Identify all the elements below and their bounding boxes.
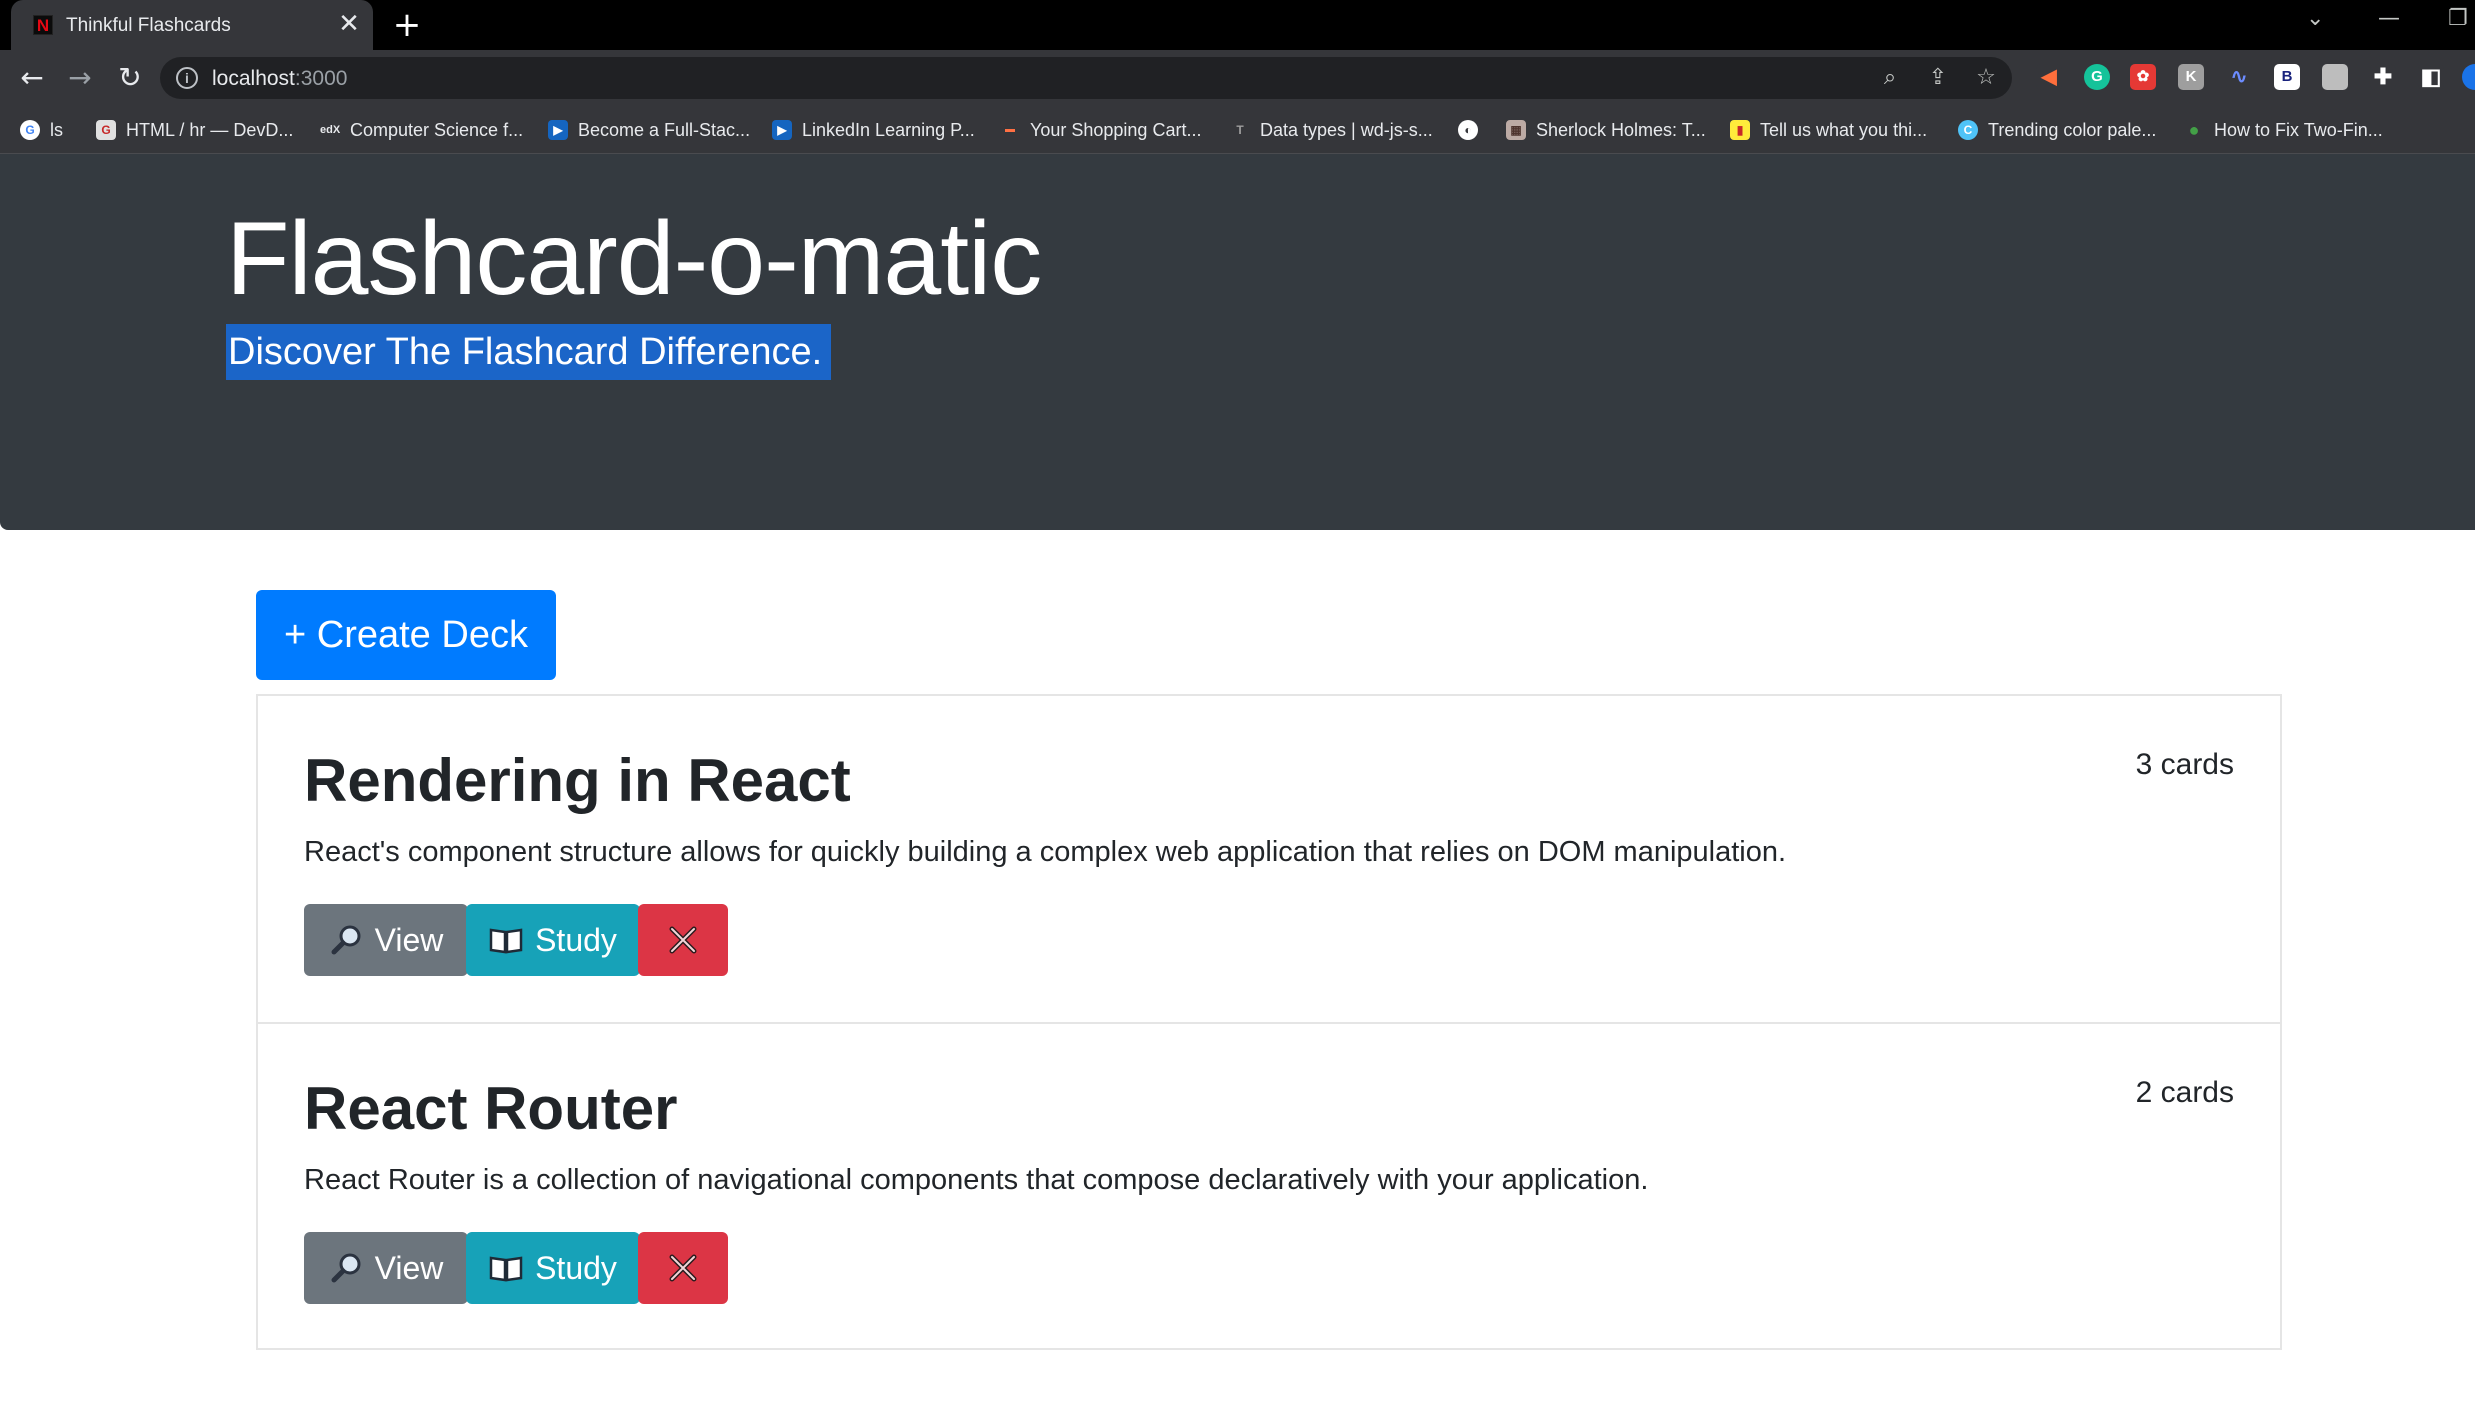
tab-title: Thinkful Flashcards bbox=[66, 15, 231, 36]
video-icon: ▶ bbox=[772, 120, 792, 140]
bookmark-item[interactable]: T Data types | wd-js-s... bbox=[1230, 106, 1433, 154]
bookmark-label: LinkedIn Learning P... bbox=[802, 119, 975, 140]
deck-description: React Router is a collection of navigati… bbox=[304, 1164, 1649, 1196]
browser-window: N Thinkful Flashcards ✕ + ⌄ — ❐ ← → ↻ i … bbox=[0, 0, 2475, 1423]
study-label: Study bbox=[535, 1249, 617, 1286]
extension-light-icon[interactable] bbox=[2322, 64, 2348, 90]
bookmark-label: Sherlock Holmes: T... bbox=[1536, 119, 1706, 140]
page-subtitle: Discover The Flashcard Difference. bbox=[226, 324, 832, 380]
bookmark-label: Tell us what you thi... bbox=[1760, 119, 1928, 140]
extension-gray-icon[interactable]: K bbox=[2178, 64, 2204, 90]
magnifier-icon bbox=[331, 1253, 361, 1283]
profile-avatar[interactable] bbox=[2462, 64, 2475, 90]
page-title: Flashcard-o-matic bbox=[226, 201, 1042, 317]
bookmark-label: Become a Full-Stac... bbox=[578, 119, 751, 140]
deck-title: React Router bbox=[304, 1075, 678, 1142]
open-book-icon bbox=[489, 1256, 523, 1282]
extension-b-icon[interactable]: B bbox=[2274, 64, 2300, 90]
delete-deck-button[interactable] bbox=[638, 904, 728, 976]
tab-search-icon[interactable]: ⌄ bbox=[2306, 6, 2324, 31]
palette-icon: C bbox=[1958, 120, 1978, 140]
view-label: View bbox=[374, 1249, 444, 1286]
tab-close-button[interactable]: ✕ bbox=[334, 9, 364, 39]
deck-title: Rendering in React bbox=[304, 747, 851, 814]
deck-card: React Router 2 cards React Router is a c… bbox=[256, 1022, 2282, 1350]
site-info-icon[interactable]: i bbox=[176, 67, 198, 89]
bookmark-label: Your Shopping Cart... bbox=[1030, 119, 1202, 140]
magnifier-icon bbox=[331, 925, 361, 955]
browser-tab[interactable]: N Thinkful Flashcards ✕ bbox=[11, 0, 373, 50]
bookmark-label: Computer Science f... bbox=[350, 119, 524, 140]
bookmark-item[interactable]: Gls bbox=[20, 106, 63, 154]
book-icon: ▦ bbox=[1506, 120, 1526, 140]
zoom-icon[interactable]: ⌕ bbox=[1876, 64, 1904, 92]
tab-strip: N Thinkful Flashcards ✕ + ⌄ — ❐ bbox=[0, 0, 2475, 50]
grammarly-icon[interactable]: G bbox=[2084, 64, 2110, 90]
netflix-favicon-icon: N bbox=[33, 15, 53, 35]
doc-icon: T bbox=[1230, 120, 1250, 140]
address-bar[interactable]: i localhost:3000 ⌕ ⇪ ☆ bbox=[160, 57, 2012, 99]
study-deck-button[interactable]: Study bbox=[466, 1232, 640, 1304]
survey-icon: ▮ bbox=[1730, 120, 1750, 140]
bookmark-label: ls bbox=[50, 119, 63, 140]
view-deck-button[interactable]: View bbox=[304, 1232, 468, 1304]
person-icon: ● bbox=[2184, 120, 2204, 140]
bookmark-label: HTML / hr — DevD... bbox=[126, 119, 294, 140]
bookmark-label: Data types | wd-js-s... bbox=[1260, 119, 1433, 140]
deck-card-count: 3 cards bbox=[2135, 748, 2234, 781]
deck-card: Rendering in React 3 cards React's compo… bbox=[256, 694, 2282, 1024]
study-label: Study bbox=[535, 921, 617, 958]
delete-x-icon bbox=[669, 1254, 697, 1282]
bookmark-item[interactable]: C Trending color pale... bbox=[1958, 106, 2156, 154]
extension-red-icon[interactable]: ✿ bbox=[2130, 64, 2156, 90]
edx-icon: edX bbox=[320, 120, 340, 140]
deck-card-count: 2 cards bbox=[2135, 1076, 2234, 1109]
delete-deck-button[interactable] bbox=[638, 1232, 728, 1304]
reload-icon[interactable]: ↻ bbox=[112, 60, 148, 96]
url-text: localhost:3000 bbox=[212, 67, 347, 91]
bookmark-item[interactable]: G HTML / hr — DevD... bbox=[96, 106, 293, 154]
create-deck-button[interactable]: + Create Deck bbox=[256, 590, 556, 680]
extension-announce-icon[interactable]: ◀ bbox=[2036, 64, 2062, 90]
back-arrow-icon[interactable]: ← bbox=[14, 60, 50, 96]
bookmark-item[interactable]: ◐ bbox=[1458, 106, 1488, 154]
bookmark-star-icon[interactable]: ☆ bbox=[1972, 64, 2000, 92]
bookmark-item[interactable]: ▬ Your Shopping Cart... bbox=[1000, 106, 1201, 154]
bookmark-item[interactable]: edX Computer Science f... bbox=[320, 106, 523, 154]
restore-button[interactable]: ❐ bbox=[2448, 6, 2468, 31]
forward-arrow-icon[interactable]: → bbox=[62, 60, 98, 96]
bookmark-item[interactable]: ▦ Sherlock Holmes: T... bbox=[1506, 106, 1706, 154]
extension-wave-icon[interactable]: ∿ bbox=[2226, 64, 2252, 90]
cart-icon: ▬ bbox=[1000, 120, 1020, 140]
new-tab-button[interactable]: + bbox=[390, 7, 424, 43]
open-book-icon bbox=[489, 928, 523, 954]
bookmark-item[interactable]: ▶ Become a Full-Stac... bbox=[548, 106, 750, 154]
header-jumbotron: Flashcard-o-matic Discover The Flashcard… bbox=[0, 154, 2475, 530]
browser-toolbar: ← → ↻ i localhost:3000 ⌕ ⇪ ☆ ◀ G ✿ K ∿ B… bbox=[0, 50, 2475, 106]
deck-description: React's component structure allows for q… bbox=[304, 836, 1787, 868]
bookmarks-bar: Gls G HTML / hr — DevD... edX Computer Sci… bbox=[0, 106, 2475, 154]
extensions-puzzle-icon[interactable]: ✚ bbox=[2370, 64, 2396, 90]
bookmark-item[interactable]: ▮ Tell us what you thi... bbox=[1730, 106, 1927, 154]
side-panel-icon[interactable]: ◧ bbox=[2418, 64, 2444, 90]
bookmark-label: How to Fix Two-Fin... bbox=[2214, 119, 2383, 140]
video-icon: ▶ bbox=[548, 120, 568, 140]
url-port: :3000 bbox=[294, 67, 348, 90]
google-icon: G bbox=[20, 120, 40, 140]
globe-icon: ◐ bbox=[1458, 120, 1478, 140]
bookmark-label: Trending color pale... bbox=[1988, 119, 2157, 140]
minimize-button[interactable]: — bbox=[2378, 6, 2400, 31]
share-icon[interactable]: ⇪ bbox=[1924, 64, 1952, 92]
devdocs-icon: G bbox=[96, 120, 116, 140]
bookmark-item[interactable]: ● How to Fix Two-Fin... bbox=[2184, 106, 2383, 154]
delete-x-icon bbox=[669, 926, 697, 954]
url-host: localhost bbox=[212, 67, 295, 90]
study-deck-button[interactable]: Study bbox=[466, 904, 640, 976]
view-deck-button[interactable]: View bbox=[304, 904, 468, 976]
view-label: View bbox=[374, 921, 444, 958]
bookmark-item[interactable]: ▶ LinkedIn Learning P... bbox=[772, 106, 975, 154]
